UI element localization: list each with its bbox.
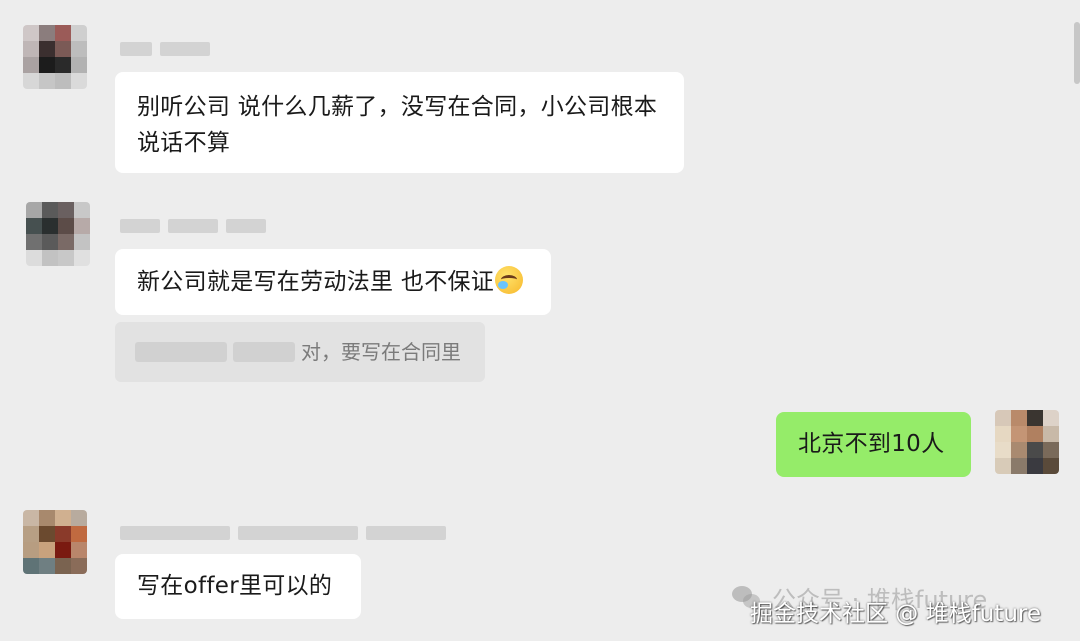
quoted-sender-blur (135, 342, 227, 362)
message-bubble-3[interactable]: 写在offer里可以的 (115, 554, 361, 619)
avatar-sender-3[interactable] (23, 510, 87, 574)
message-text-self: 北京不到10人 (798, 431, 945, 457)
scrollbar[interactable] (1074, 22, 1080, 84)
message-text-1: 别听公司 说什么几薪了，没写在合同，小公司根本说话不算 (137, 94, 658, 156)
message-bubble-self[interactable]: 北京不到10人 (776, 412, 971, 477)
sender-name-3 (120, 524, 446, 542)
sender-name-2 (120, 217, 266, 235)
crying-laughing-emoji-icon (495, 266, 524, 294)
quoted-sender-blur (233, 342, 295, 362)
chat-panel: 别听公司 说什么几薪了，没写在合同，小公司根本说话不算 新公司就是写在劳动法里 … (0, 0, 1080, 641)
quoted-message[interactable]: 对，要写在合同里 (115, 322, 485, 382)
message-text-2: 新公司就是写在劳动法里 也不保证 (137, 269, 495, 295)
message-bubble-2[interactable]: 新公司就是写在劳动法里 也不保证 (115, 249, 551, 315)
avatar-sender-2[interactable] (26, 202, 90, 266)
avatar-self[interactable] (995, 410, 1059, 474)
message-text-3: 写在offer里可以的 (137, 573, 333, 599)
quoted-text: 对，要写在合同里 (301, 340, 461, 364)
avatar-sender-1[interactable] (23, 25, 87, 89)
message-bubble-1[interactable]: 别听公司 说什么几薪了，没写在合同，小公司根本说话不算 (115, 72, 684, 173)
sender-name-1 (120, 40, 210, 58)
watermark: 公众号 · 堆栈future 掘金技术社区 @ 堆栈future (732, 580, 1072, 634)
watermark-text-2: 掘金技术社区 @ 堆栈future (750, 601, 1041, 627)
